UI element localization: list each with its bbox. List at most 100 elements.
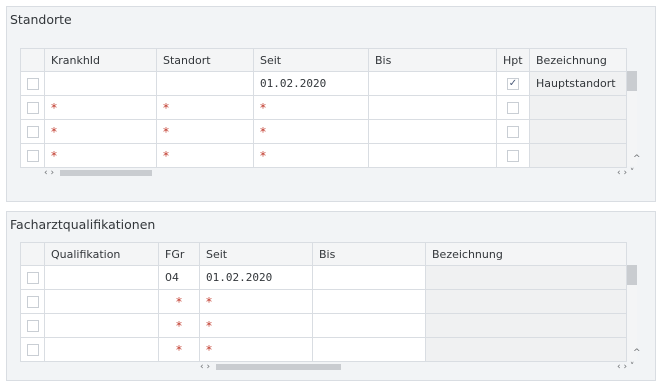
facharzt-title: Facharztqualifikationen [10, 217, 156, 232]
qualifikation-cell[interactable] [44, 265, 159, 290]
row-selector[interactable] [20, 337, 45, 362]
fgr-cell[interactable]: * [158, 313, 200, 338]
col-bezeichnung[interactable]: Bezeichnung [529, 48, 627, 72]
col-seit[interactable]: Seit [253, 48, 369, 72]
seit-cell[interactable]: * [253, 119, 369, 144]
bis-cell[interactable] [368, 95, 497, 120]
standorte-vertical-scroll-thumb[interactable] [627, 71, 637, 91]
seit-cell[interactable]: * [199, 289, 313, 314]
row-selector[interactable] [20, 143, 45, 168]
hpt-checkbox[interactable]: ✓ [507, 78, 519, 90]
facharzt-horizontal-scrollbar[interactable]: ‹ › [200, 361, 360, 372]
standorte-scroll-right-icon[interactable]: ‹ › ˅ [617, 168, 634, 178]
bis-cell[interactable] [368, 119, 497, 144]
bis-cell[interactable] [312, 265, 426, 290]
table-row: * * * [20, 95, 627, 120]
row-select-box[interactable] [26, 78, 39, 90]
col-krankhid[interactable]: KrankhId [44, 48, 157, 72]
krankhid-cell[interactable]: * [44, 119, 157, 144]
standorte-horizontal-scrollbar[interactable]: ‹ › [44, 167, 156, 178]
standort-cell[interactable]: * [156, 119, 254, 144]
row-selector[interactable] [20, 119, 45, 144]
seit-cell[interactable]: 01.02.2020 [199, 265, 313, 290]
row-select-box[interactable] [26, 102, 39, 114]
row-selector[interactable] [20, 289, 45, 314]
qualifikation-cell[interactable] [44, 289, 159, 314]
standort-cell[interactable] [156, 71, 254, 96]
qualifikation-cell[interactable] [44, 313, 159, 338]
row-selector[interactable] [20, 265, 45, 290]
table-row: * * [20, 337, 627, 362]
hpt-checkbox[interactable] [507, 150, 519, 162]
hpt-cell[interactable]: ✓ [496, 71, 530, 96]
standorte-vertical-scrollbar[interactable] [627, 71, 637, 166]
seit-cell[interactable]: * [253, 143, 369, 168]
table-row: * * * [20, 119, 627, 144]
table-row: 04 01.02.2020 [20, 265, 627, 290]
bis-cell[interactable] [368, 143, 497, 168]
bezeichnung-cell [425, 313, 627, 338]
col-seit[interactable]: Seit [199, 242, 313, 266]
facharzt-table: Qualifikation FGr Seit Bis Bezeichnung 0… [20, 242, 627, 362]
standorte-header-row: KrankhId Standort Seit Bis Hpt Bezeichnu… [20, 48, 627, 72]
facharzt-scroll-left-right-icon[interactable]: ‹ › [200, 362, 210, 372]
standorte-scroll-up-icon[interactable]: ^ [633, 154, 641, 164]
row-selector[interactable] [20, 95, 45, 120]
table-row: 01.02.2020 ✓ Hauptstandort [20, 71, 627, 96]
bis-cell[interactable] [312, 289, 426, 314]
row-selector-header [20, 48, 45, 72]
row-selector-header [20, 242, 45, 266]
qualifikation-cell[interactable] [44, 337, 159, 362]
fgr-cell[interactable]: 04 [158, 265, 200, 290]
facharzt-scroll-up-icon[interactable]: ^ [633, 348, 641, 358]
bis-cell[interactable] [312, 337, 426, 362]
col-bis[interactable]: Bis [368, 48, 497, 72]
standorte-horizontal-scroll-thumb[interactable] [60, 169, 153, 176]
table-row: * * [20, 289, 627, 314]
standort-cell[interactable]: * [156, 95, 254, 120]
krankhid-cell[interactable]: * [44, 143, 157, 168]
row-select-box[interactable] [26, 126, 39, 138]
row-selector[interactable] [20, 313, 45, 338]
hpt-cell[interactable] [496, 143, 530, 168]
col-standort[interactable]: Standort [156, 48, 254, 72]
krankhid-cell[interactable] [44, 71, 157, 96]
facharzt-header-row: Qualifikation FGr Seit Bis Bezeichnung [20, 242, 627, 266]
seit-cell[interactable]: * [199, 313, 313, 338]
col-qualifikation[interactable]: Qualifikation [44, 242, 159, 266]
bezeichnung-cell [425, 265, 627, 290]
hpt-cell[interactable] [496, 95, 530, 120]
seit-cell[interactable]: * [253, 95, 369, 120]
facharzt-horizontal-scroll-thumb[interactable] [216, 363, 342, 370]
row-select-box[interactable] [26, 150, 39, 162]
row-select-box[interactable] [26, 344, 39, 356]
fgr-cell[interactable]: * [158, 337, 200, 362]
bezeichnung-cell [529, 95, 627, 120]
hpt-checkbox[interactable] [507, 126, 519, 138]
col-bis[interactable]: Bis [312, 242, 426, 266]
facharzt-scroll-right-icon[interactable]: ‹ › ˅ [617, 362, 634, 372]
col-bezeichnung[interactable]: Bezeichnung [425, 242, 627, 266]
standorte-scroll-left-right-icon[interactable]: ‹ › [44, 168, 54, 178]
bezeichnung-cell [529, 119, 627, 144]
bezeichnung-cell [529, 143, 627, 168]
krankhid-cell[interactable]: * [44, 95, 157, 120]
row-select-box[interactable] [26, 296, 39, 308]
facharzt-vertical-scrollbar[interactable] [627, 265, 637, 360]
standorte-table: KrankhId Standort Seit Bis Hpt Bezeichnu… [20, 48, 627, 168]
seit-cell[interactable]: 01.02.2020 [253, 71, 369, 96]
seit-cell[interactable]: * [199, 337, 313, 362]
facharzt-vertical-scroll-thumb[interactable] [627, 265, 637, 285]
standort-cell[interactable]: * [156, 143, 254, 168]
row-select-box[interactable] [26, 320, 39, 332]
bis-cell[interactable] [312, 313, 426, 338]
row-select-box[interactable] [26, 272, 39, 284]
fgr-cell[interactable]: * [158, 289, 200, 314]
bis-cell[interactable] [368, 71, 497, 96]
hpt-checkbox[interactable] [507, 102, 519, 114]
row-selector[interactable] [20, 71, 45, 96]
hpt-cell[interactable] [496, 119, 530, 144]
bezeichnung-cell [425, 337, 627, 362]
col-hpt[interactable]: Hpt [496, 48, 530, 72]
col-fgr[interactable]: FGr [158, 242, 200, 266]
